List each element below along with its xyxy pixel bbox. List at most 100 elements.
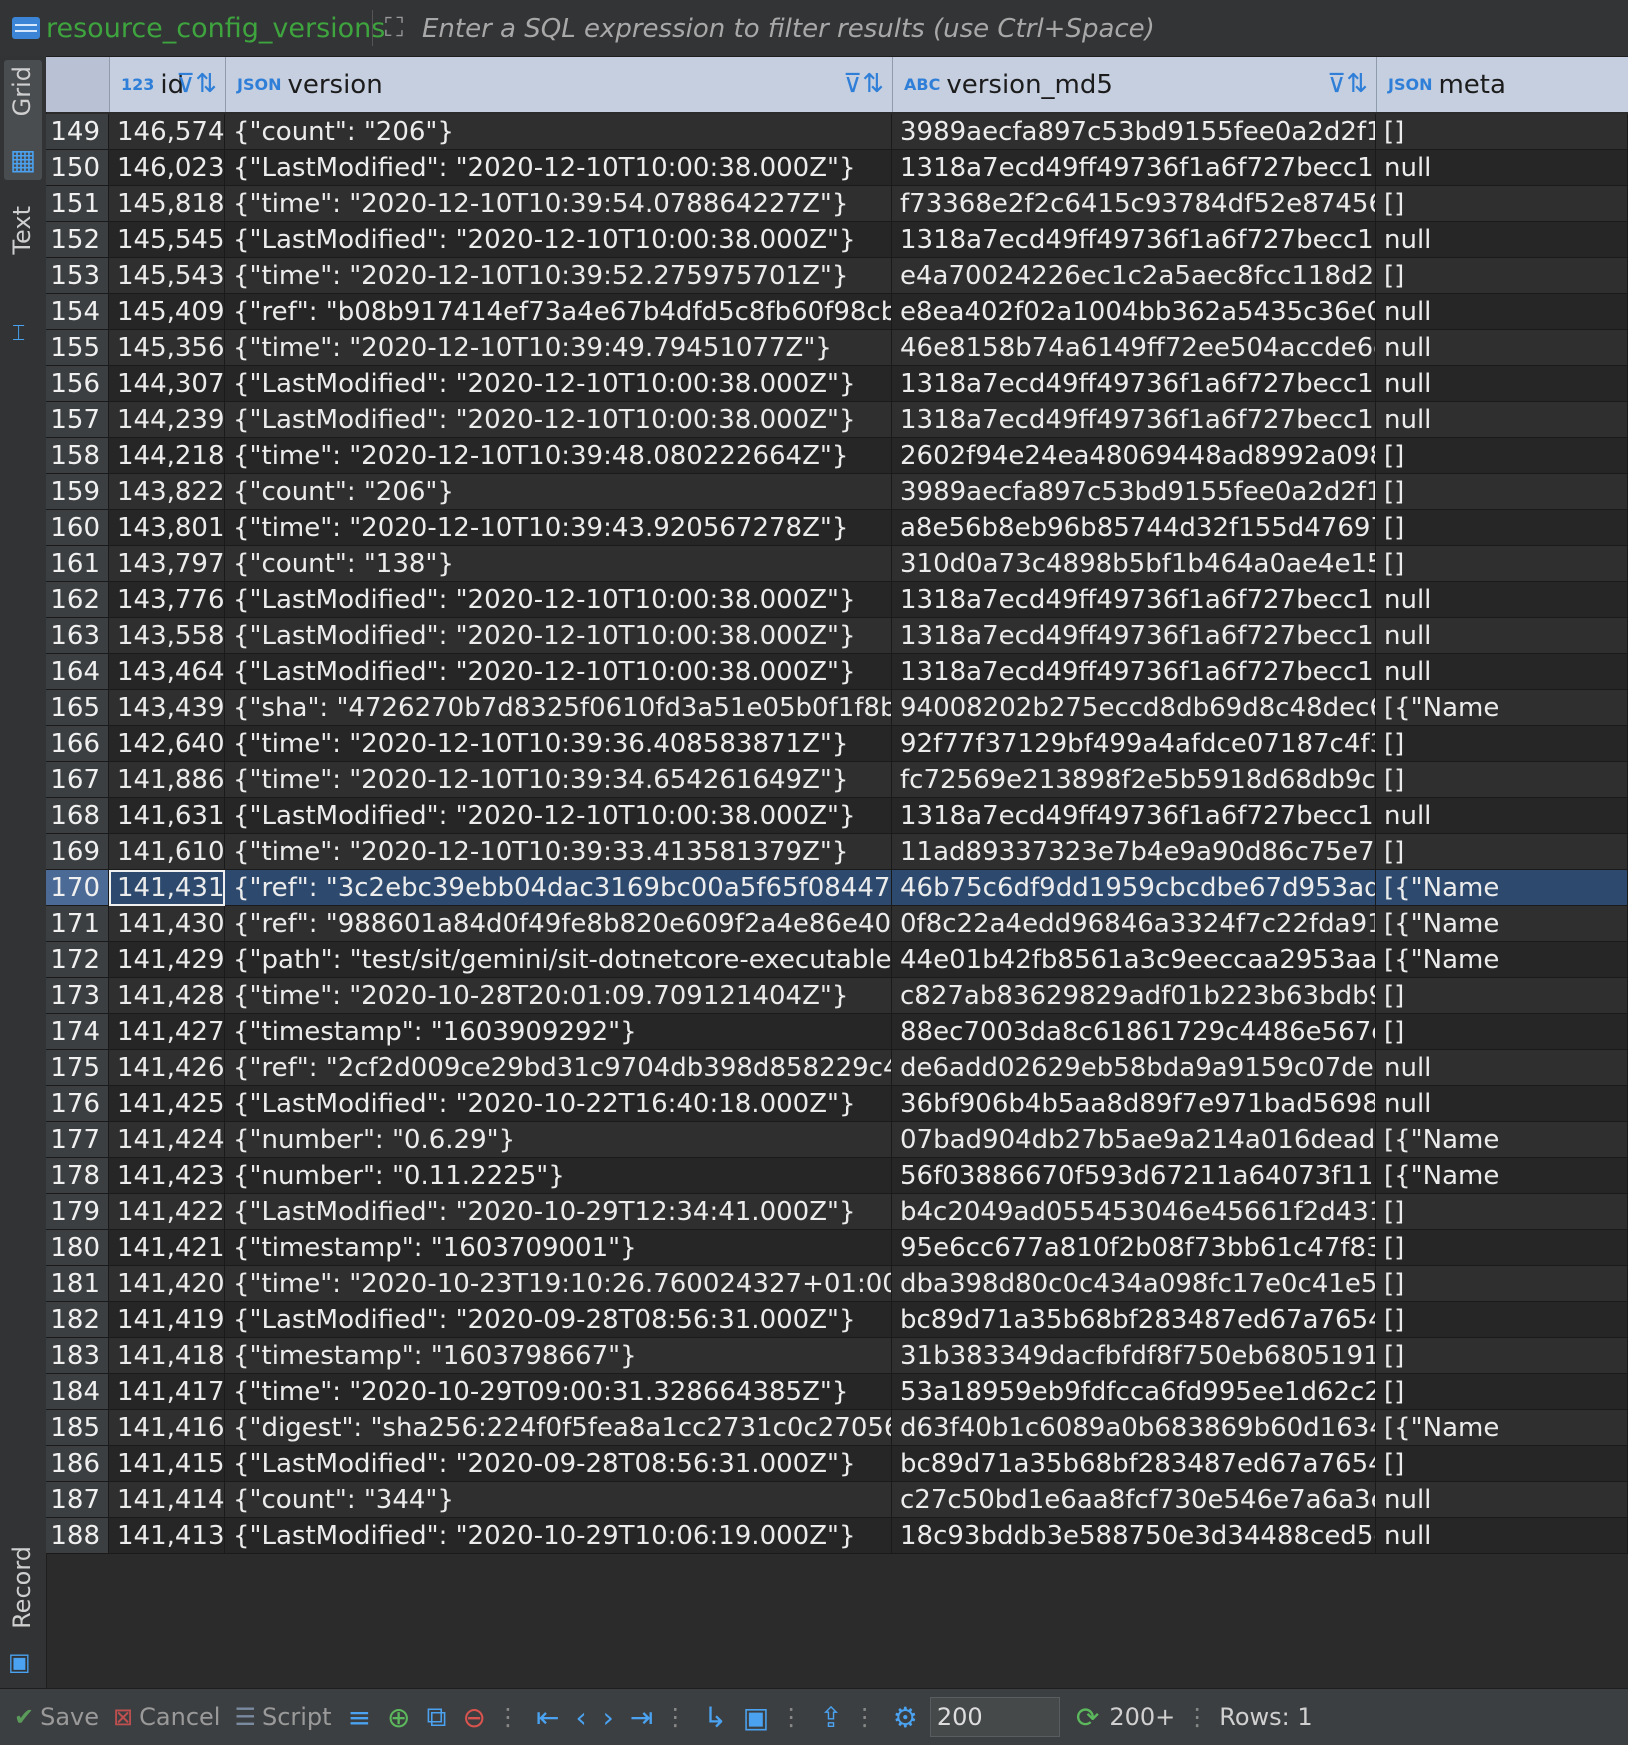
meta-cell[interactable]: []: [1376, 1230, 1628, 1266]
meta-cell[interactable]: null: [1376, 654, 1628, 690]
previous-page-icon[interactable]: ‹: [575, 1701, 586, 1734]
table-row[interactable]: 162 143,776 {"LastModified": "2020-12-10T1…: [46, 582, 1628, 618]
meta-cell[interactable]: []: [1376, 1194, 1628, 1230]
version-md5-cell[interactable]: bc89d71a35b68bf283487ed67a765485: [892, 1302, 1376, 1338]
id-cell[interactable]: 141,610: [109, 834, 225, 870]
table-row[interactable]: 174 141,427 {"timestamp": "1603909292"} 88e…: [46, 1014, 1628, 1050]
id-cell[interactable]: 141,428: [109, 978, 225, 1014]
table-row[interactable]: 169 141,610 {"time": "2020-12-10T10:39:33.…: [46, 834, 1628, 870]
meta-cell[interactable]: []: [1376, 474, 1628, 510]
meta-cell[interactable]: null: [1376, 402, 1628, 438]
version-md5-cell[interactable]: 1318a7ecd49ff49736f1a6f727becc18: [892, 654, 1376, 690]
table-row[interactable]: 176 141,425 {"LastModified": "2020-10-22T1…: [46, 1086, 1628, 1122]
row-number-cell[interactable]: 153: [46, 258, 109, 294]
column-header-version[interactable]: JSON version ⊽⇅: [225, 57, 893, 112]
version-cell[interactable]: {"number": "0.11.2225"}: [225, 1158, 892, 1194]
next-page-icon[interactable]: ›: [603, 1701, 614, 1734]
version-cell[interactable]: {"path": "test/sit/gemini/sit-dotnetcore…: [225, 942, 892, 978]
version-md5-cell[interactable]: 11ad89337323e7b4e9a90d86c75e761c: [892, 834, 1376, 870]
table-row[interactable]: 182 141,419 {"LastModified": "2020-09-28T0…: [46, 1302, 1628, 1338]
row-number-cell[interactable]: 188: [46, 1518, 109, 1554]
row-number-cell[interactable]: 149: [46, 114, 109, 150]
meta-cell[interactable]: [{"Name: [1376, 870, 1628, 906]
version-cell[interactable]: {"LastModified": "2020-12-10T10:00:38.00…: [225, 222, 892, 258]
version-cell[interactable]: {"timestamp": "1603798667"}: [225, 1338, 892, 1374]
version-md5-cell[interactable]: c827ab83629829adf01b223b63bdb9f2: [892, 978, 1376, 1014]
version-cell[interactable]: {"count": "344"}: [225, 1482, 892, 1518]
row-number-cell[interactable]: 154: [46, 294, 109, 330]
row-number-cell[interactable]: 156: [46, 366, 109, 402]
version-cell[interactable]: {"time": "2020-10-28T20:01:09.709121404Z…: [225, 978, 892, 1014]
row-number-cell[interactable]: 161: [46, 546, 109, 582]
row-number-header[interactable]: [46, 57, 110, 112]
version-cell[interactable]: {"ref": "b08b917414ef73a4e67b4dfd5c8fb60…: [225, 294, 892, 330]
table-row[interactable]: 170 141,431 {"ref": "3c2ebc39ebb04dac3169b…: [46, 870, 1628, 906]
column-header-id[interactable]: 123 id ⊽⇅: [109, 57, 226, 112]
version-md5-cell[interactable]: e4a70024226ec1c2a5aec8fcc118d2c4: [892, 258, 1376, 294]
meta-cell[interactable]: []: [1376, 978, 1628, 1014]
table-row[interactable]: 184 141,417 {"time": "2020-10-29T09:00:31.…: [46, 1374, 1628, 1410]
meta-cell[interactable]: [{"Name: [1376, 906, 1628, 942]
table-row[interactable]: 165 143,439 {"sha": "4726270b7d8325f0610fd…: [46, 690, 1628, 726]
row-number-cell[interactable]: 163: [46, 618, 109, 654]
table-row[interactable]: 153 145,543 {"time": "2020-12-10T10:39:52.…: [46, 258, 1628, 294]
version-md5-cell[interactable]: f73368e2f2c6415c93784df52e87456a: [892, 186, 1376, 222]
id-cell[interactable]: 145,545: [109, 222, 225, 258]
version-cell[interactable]: {"time": "2020-12-10T10:39:54.078864227Z…: [225, 186, 892, 222]
id-cell[interactable]: 145,543: [109, 258, 225, 294]
version-md5-cell[interactable]: 56f03886670f593d67211a64073f118a: [892, 1158, 1376, 1194]
version-md5-cell[interactable]: d63f40b1c6089a0b683869b60d163408: [892, 1410, 1376, 1446]
id-cell[interactable]: 143,776: [109, 582, 225, 618]
row-number-cell[interactable]: 166: [46, 726, 109, 762]
row-number-cell[interactable]: 160: [46, 510, 109, 546]
version-md5-cell[interactable]: 94008202b275eccd8db69d8c48dec64b: [892, 690, 1376, 726]
cancel-button[interactable]: ⊠ Cancel: [113, 1703, 220, 1731]
navigate-icon[interactable]: ↳: [703, 1701, 726, 1734]
table-row[interactable]: 149 146,574 {"count": "206"} 3989aecfa897c5…: [46, 114, 1628, 150]
table-row[interactable]: 179 141,422 {"LastModified": "2020-10-29T1…: [46, 1194, 1628, 1230]
row-number-cell[interactable]: 159: [46, 474, 109, 510]
version-md5-cell[interactable]: 18c93bddb3e588750e3d34488ced5ea3: [892, 1518, 1376, 1554]
version-md5-cell[interactable]: 1318a7ecd49ff49736f1a6f727becc18: [892, 150, 1376, 186]
add-row-icon[interactable]: ⊕: [387, 1701, 410, 1734]
id-cell[interactable]: 141,631: [109, 798, 225, 834]
id-cell[interactable]: 143,822: [109, 474, 225, 510]
version-md5-cell[interactable]: 1318a7ecd49ff49736f1a6f727becc18: [892, 402, 1376, 438]
meta-cell[interactable]: []: [1376, 1446, 1628, 1482]
row-number-cell[interactable]: 170: [46, 870, 109, 906]
version-cell[interactable]: {"LastModified": "2020-09-28T08:56:31.00…: [225, 1302, 892, 1338]
version-cell[interactable]: {"ref": "3c2ebc39ebb04dac3169bc00a5f65f0…: [225, 870, 892, 906]
tab-grid[interactable]: Grid ▦: [4, 60, 42, 180]
table-row[interactable]: 175 141,426 {"ref": "2cf2d009ce29bd31c9704…: [46, 1050, 1628, 1086]
meta-cell[interactable]: [{"Name: [1376, 1158, 1628, 1194]
id-cell[interactable]: 143,797: [109, 546, 225, 582]
table-row[interactable]: 177 141,424 {"number": "0.6.29"} 07bad904db…: [46, 1122, 1628, 1158]
id-cell[interactable]: 141,429: [109, 942, 225, 978]
last-page-icon[interactable]: ⇥: [630, 1701, 653, 1734]
version-cell[interactable]: {"timestamp": "1603709001"}: [225, 1230, 892, 1266]
version-cell[interactable]: {"digest": "sha256:224f0f5fea8a1cc2731c0…: [225, 1410, 892, 1446]
id-cell[interactable]: 141,416: [109, 1410, 225, 1446]
table-row[interactable]: 160 143,801 {"time": "2020-12-10T10:39:43.…: [46, 510, 1628, 546]
version-md5-cell[interactable]: 2602f94e24ea48069448ad8992a09883: [892, 438, 1376, 474]
version-md5-cell[interactable]: 1318a7ecd49ff49736f1a6f727becc18: [892, 582, 1376, 618]
id-cell[interactable]: 143,801: [109, 510, 225, 546]
version-md5-cell[interactable]: 1318a7ecd49ff49736f1a6f727becc18: [892, 222, 1376, 258]
version-md5-cell[interactable]: 92f77f37129bf499a4afdce07187c4f3: [892, 726, 1376, 762]
filter-input[interactable]: [420, 8, 1624, 50]
row-number-cell[interactable]: 162: [46, 582, 109, 618]
version-cell[interactable]: {"time": "2020-10-23T19:10:26.760024327+…: [225, 1266, 892, 1302]
id-cell[interactable]: 141,418: [109, 1338, 225, 1374]
id-cell[interactable]: 142,640: [109, 726, 225, 762]
id-cell[interactable]: 141,426: [109, 1050, 225, 1086]
table-row[interactable]: 154 145,409 {"ref": "b08b917414ef73a4e67b4…: [46, 294, 1628, 330]
table-name-tab[interactable]: resource_config_versions: [12, 10, 385, 46]
version-md5-cell[interactable]: e8ea402f02a1004bb362a5435c36e05a: [892, 294, 1376, 330]
tab-text[interactable]: Text ⌶: [4, 206, 42, 346]
id-cell[interactable]: 146,574: [109, 114, 225, 150]
version-md5-cell[interactable]: 36bf906b4b5aa8d89f7e971bad5698ef: [892, 1086, 1376, 1122]
version-md5-cell[interactable]: 46e8158b74a6149ff72ee504accde6d3: [892, 330, 1376, 366]
version-md5-cell[interactable]: 53a18959eb9fdfcca6fd995ee1d62c2e: [892, 1374, 1376, 1410]
script-button[interactable]: ☰ Script: [234, 1703, 331, 1731]
row-number-cell[interactable]: 168: [46, 798, 109, 834]
